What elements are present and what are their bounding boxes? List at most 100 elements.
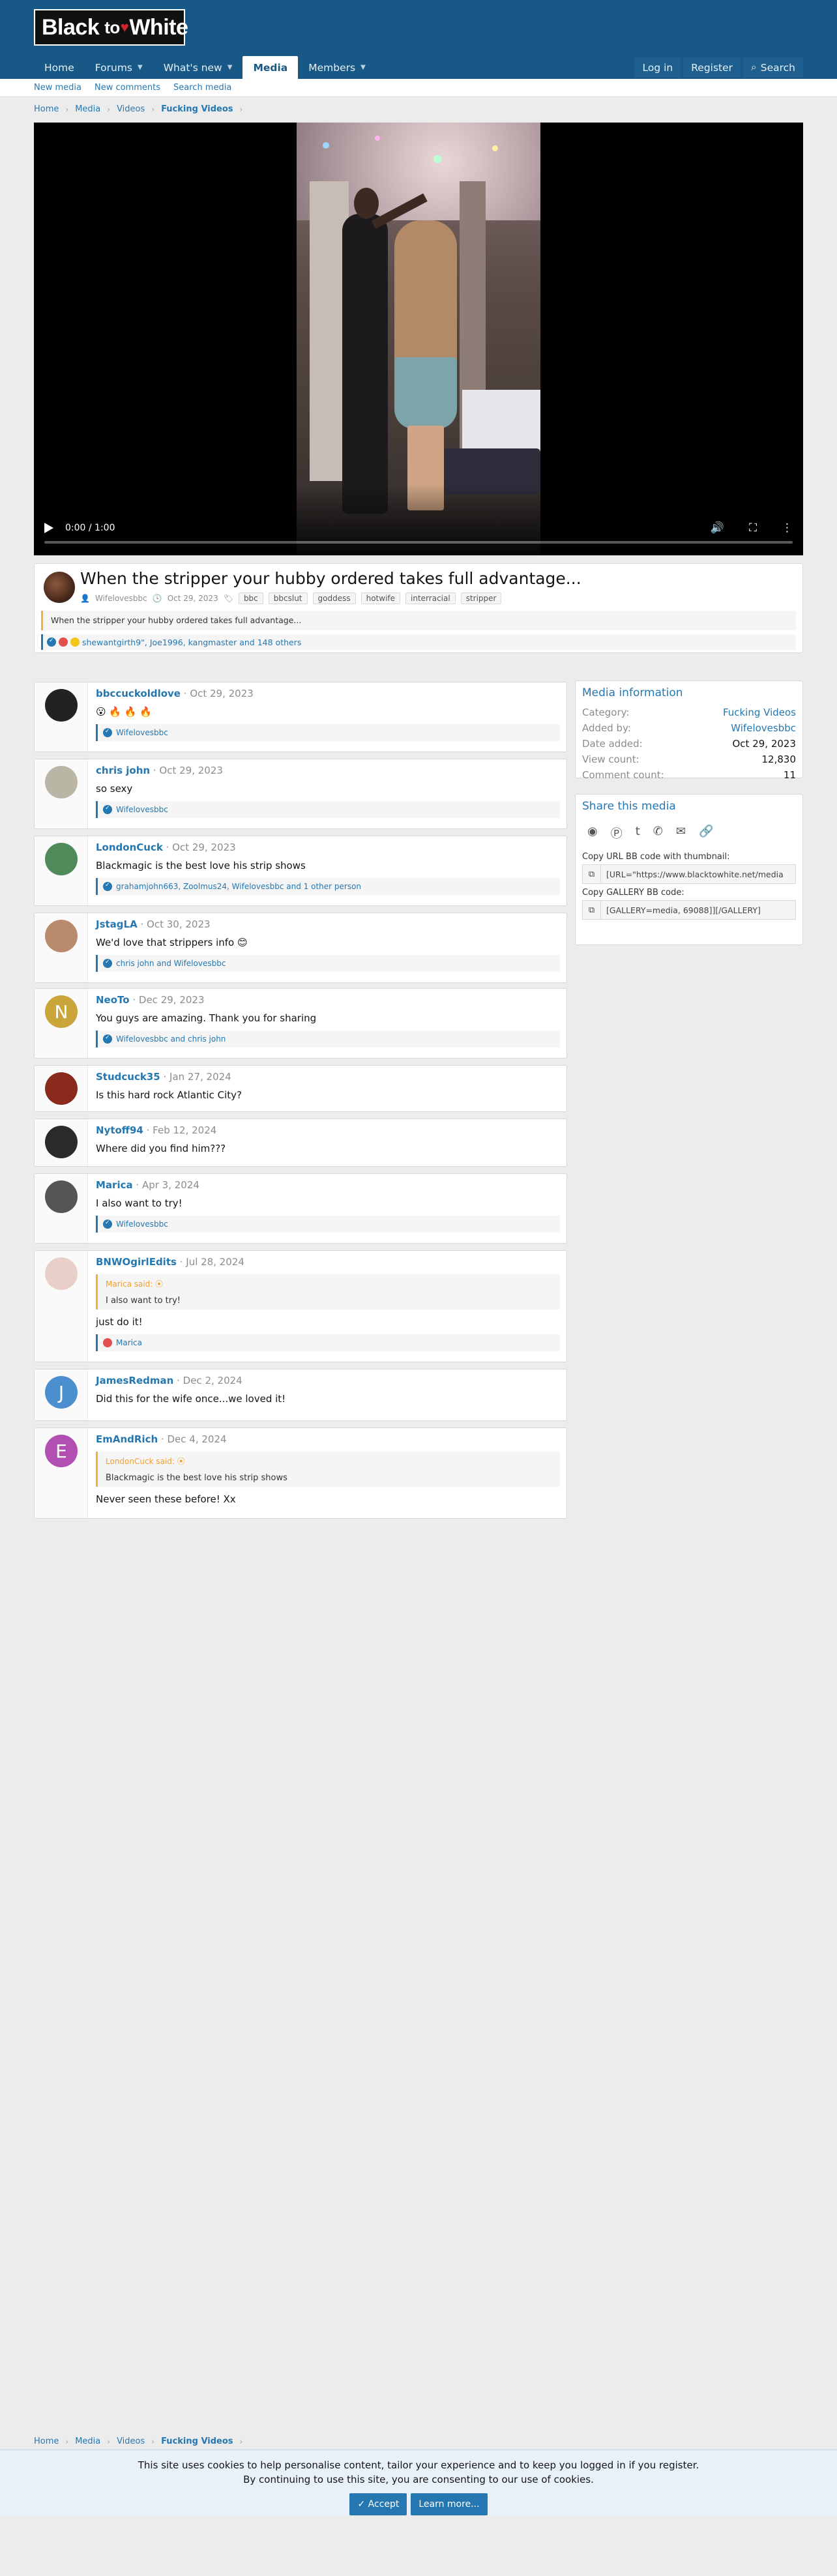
comment-author[interactable]: JstagLA [96, 918, 138, 930]
subnav-new-comments[interactable]: New comments [95, 83, 160, 93]
breadcrumb-home[interactable]: Home [34, 2437, 59, 2446]
comment-reactions[interactable]: Wifelovesbbc and chris john [96, 1031, 560, 1047]
whatsapp-icon[interactable]: ✆ [653, 825, 663, 842]
breadcrumb-media[interactable]: Media [75, 104, 100, 114]
tag-item[interactable]: stripper [460, 593, 502, 604]
comment-author[interactable]: JamesRedman [96, 1375, 173, 1386]
reddit-icon[interactable]: ◉ [587, 825, 598, 842]
chevron-right-icon: › [65, 104, 69, 114]
nav-tab-whats-new[interactable]: What's new ▼ [153, 56, 243, 79]
clock-icon: 🕓 [152, 594, 162, 603]
site-logo[interactable]: Black to ♥ White [34, 9, 188, 46]
comment-author[interactable]: Studcuck35 [96, 1071, 160, 1083]
share-gallery-label: Copy GALLERY BB code: [582, 888, 684, 898]
tumblr-icon[interactable]: t [636, 825, 640, 842]
share-gallery-field[interactable]: ⧉ [GALLERY=media, 69088]][/GALLERY] [582, 900, 796, 920]
breadcrumb-videos[interactable]: Videos [117, 104, 145, 114]
comment-author[interactable]: Marica [96, 1179, 133, 1191]
reaction-icon [103, 805, 112, 814]
avatar[interactable] [45, 1126, 78, 1158]
login-button[interactable]: Log in [634, 57, 681, 78]
comment-text: just do it! [96, 1316, 143, 1328]
arrow-up-icon[interactable]: ⦿ [177, 1457, 185, 1466]
avatar[interactable] [44, 572, 75, 603]
share-url-field[interactable]: ⧉ [URL="https://www.blacktowhite.net/med… [582, 864, 796, 884]
comment-reactions[interactable]: chris john and Wifelovesbbc [96, 955, 560, 972]
email-icon[interactable]: ✉ [676, 825, 686, 842]
tag-item[interactable]: bbcslut [268, 593, 308, 604]
logo-word-black: Black [42, 14, 100, 40]
comment-author[interactable]: NeoTo [96, 994, 130, 1006]
chevron-right-icon: › [65, 2437, 69, 2446]
tag-item[interactable]: goddess [312, 593, 356, 604]
avatar[interactable]: J [45, 1376, 78, 1409]
quote-author[interactable]: Marica said: [106, 1280, 153, 1289]
comment-author[interactable]: chris john [96, 765, 150, 776]
avatar[interactable] [45, 1180, 78, 1213]
link-icon[interactable]: 🔗 [699, 825, 713, 842]
tag-item[interactable]: hotwife [360, 593, 401, 604]
chevron-right-icon: › [107, 104, 111, 114]
comment-card: Marica · Apr 3, 2024I also want to try!W… [34, 1173, 567, 1244]
avatar[interactable] [45, 920, 78, 952]
video-progress-bar[interactable] [44, 541, 793, 544]
tag-item[interactable]: bbc [238, 593, 263, 604]
video-player[interactable]: 0:00 / 1:00 🔊 ⛶ ⋮ [34, 123, 803, 555]
quote-author[interactable]: LondonCuck said: [106, 1457, 175, 1466]
nav-tab-members[interactable]: Members ▼ [298, 56, 376, 79]
tag-item[interactable]: interracial [405, 593, 456, 604]
reaction-bar[interactable]: shewantgirth9", Joe1996, kangmaster and … [41, 634, 796, 650]
comment-reactions[interactable]: Marica [96, 1334, 560, 1351]
volume-icon[interactable]: 🔊 [711, 521, 724, 534]
register-button[interactable]: Register [683, 57, 741, 78]
chevron-down-icon[interactable]: ▼ [360, 64, 366, 71]
pinterest-icon[interactable]: Ⓟ [611, 825, 623, 842]
comment-date: Jul 28, 2024 [186, 1256, 244, 1268]
comment-author[interactable]: LondonCuck [96, 842, 163, 853]
subnav-new-media[interactable]: New media [34, 83, 81, 93]
breadcrumb-fucking-videos[interactable]: Fucking Videos [161, 2437, 233, 2446]
comment-reactions[interactable]: Wifelovesbbc [96, 801, 560, 818]
comment-reactions[interactable]: grahamjohn663, Zoolmus24, Wifelovesbbc a… [96, 878, 560, 895]
avatar[interactable] [45, 766, 78, 798]
avatar[interactable] [45, 843, 78, 875]
avatar[interactable] [45, 1072, 78, 1105]
breadcrumb-media[interactable]: Media [75, 2437, 100, 2446]
chevron-down-icon[interactable]: ▼ [228, 64, 233, 71]
nav-tab-media[interactable]: Media [242, 56, 299, 79]
sub-nav: New media New comments Search media [0, 79, 837, 97]
subnav-search-media[interactable]: Search media [173, 83, 231, 93]
arrow-up-icon[interactable]: ⦿ [155, 1280, 163, 1289]
comment-author[interactable]: bbccuckoldlove [96, 688, 181, 699]
cookie-accept-button[interactable]: ✓ Accept [349, 2493, 407, 2515]
comment-author[interactable]: Nytoff94 [96, 1124, 143, 1136]
category-link[interactable]: Fucking Videos [723, 705, 796, 720]
avatar[interactable] [45, 689, 78, 722]
breadcrumb-home[interactable]: Home [34, 104, 59, 114]
cookie-learn-more-button[interactable]: Learn more... [411, 2493, 488, 2515]
more-options-icon[interactable]: ⋮ [782, 521, 793, 534]
search-button[interactable]: ⌕ Search [743, 57, 803, 78]
author-link[interactable]: Wifelovesbbc [95, 594, 147, 603]
nav-tab-forums[interactable]: Forums ▼ [85, 56, 153, 79]
nav-tab-home[interactable]: Home [34, 56, 85, 79]
share-panel: Share this media ◉ Ⓟ t ✆ ✉ 🔗 Copy URL BB… [575, 794, 803, 945]
comment-reactions[interactable]: Wifelovesbbc [96, 1216, 560, 1233]
chevron-down-icon[interactable]: ▼ [138, 64, 143, 71]
reaction-users[interactable]: shewantgirth9", Joe1996, kangmaster and … [82, 637, 301, 647]
site-header: Black to ♥ White Home Forums ▼ What's new… [0, 0, 837, 79]
comment-author[interactable]: BNWOgirlEdits [96, 1256, 177, 1268]
cookie-text-1: This site uses cookies to help personali… [138, 2459, 699, 2471]
added-by-link[interactable]: Wifelovesbbc [731, 721, 796, 735]
fullscreen-icon[interactable]: ⛶ [749, 521, 757, 534]
play-icon[interactable] [44, 523, 53, 533]
copy-icon[interactable]: ⧉ [583, 865, 601, 883]
breadcrumb-videos[interactable]: Videos [117, 2437, 145, 2446]
breadcrumb-fucking-videos[interactable]: Fucking Videos [161, 104, 233, 114]
avatar[interactable]: E [45, 1435, 78, 1467]
avatar[interactable]: N [45, 995, 78, 1028]
copy-icon[interactable]: ⧉ [583, 901, 601, 919]
comment-author[interactable]: EmAndRich [96, 1433, 158, 1445]
avatar[interactable] [45, 1257, 78, 1290]
comment-reactions[interactable]: Wifelovesbbc [96, 724, 560, 741]
